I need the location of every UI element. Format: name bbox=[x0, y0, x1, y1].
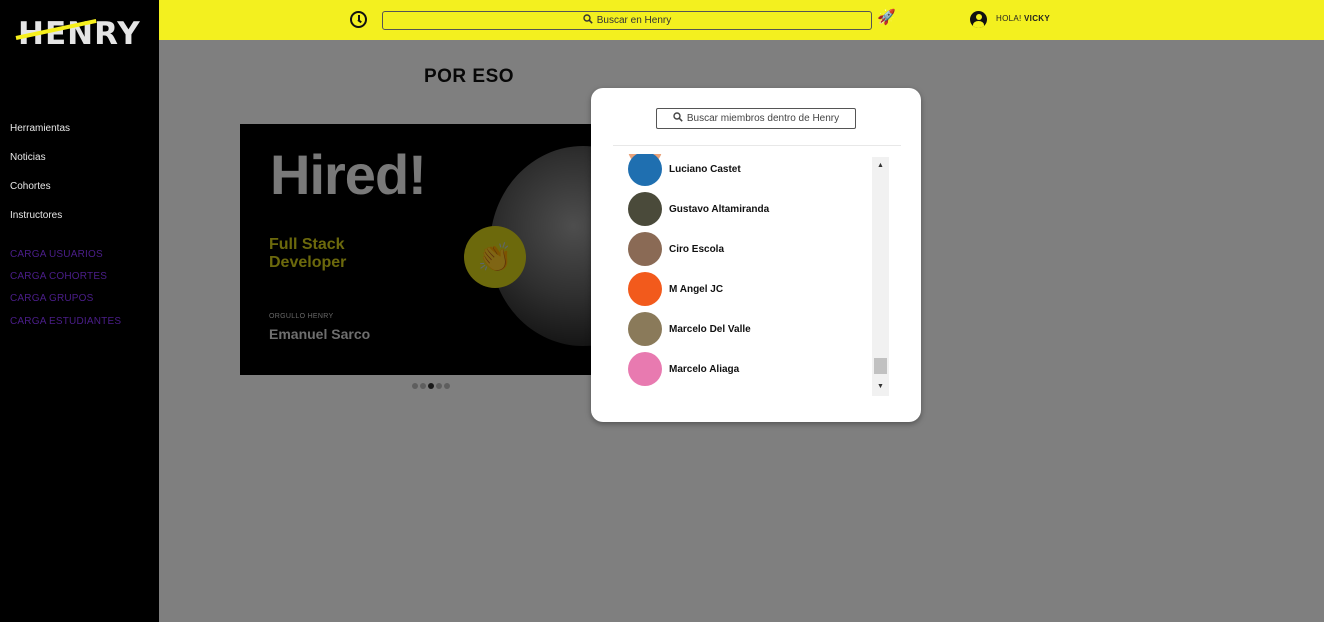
scroll-down-icon[interactable]: ▼ bbox=[872, 382, 889, 392]
top-bar: Buscar en Henry 🚀 HOLA! VICKY bbox=[159, 0, 1324, 40]
member-search-input[interactable]: Buscar miembros dentro de Henry bbox=[656, 108, 856, 129]
member-list[interactable]: Luciano Castet Gustavo Altamiranda Ciro … bbox=[613, 154, 873, 397]
sidebar-item-instructores[interactable]: Instructores bbox=[10, 210, 62, 221]
list-item[interactable]: M Angel JC bbox=[628, 272, 723, 306]
member-name: Luciano Castet bbox=[669, 163, 741, 175]
member-name: Marcelo Aliaga bbox=[669, 363, 740, 375]
sidebar-item-carga-usuarios[interactable]: CARGA USUARIOS bbox=[10, 249, 103, 260]
scroll-up-icon[interactable]: ▲ bbox=[872, 161, 889, 171]
sidebar-item-noticias[interactable]: Noticias bbox=[10, 152, 46, 163]
list-item[interactable]: Marcelo Del Valle bbox=[628, 312, 751, 346]
search-icon bbox=[583, 14, 593, 27]
list-item[interactable]: Gustavo Altamiranda bbox=[628, 192, 769, 226]
user-avatar-icon[interactable] bbox=[970, 11, 987, 28]
avatar bbox=[628, 192, 662, 226]
member-name: M Angel JC bbox=[669, 283, 724, 295]
member-search-placeholder: Buscar miembros dentro de Henry bbox=[686, 113, 840, 124]
sidebar-item-carga-cohortes[interactable]: CARGA COHORTES bbox=[10, 271, 107, 282]
avatar bbox=[628, 154, 662, 186]
henry-logo[interactable]: HENRY bbox=[15, 14, 140, 54]
avatar bbox=[628, 312, 662, 346]
rocket-icon[interactable]: 🚀 bbox=[877, 8, 896, 26]
sidebar-item-cohortes[interactable]: Cohortes bbox=[10, 181, 51, 192]
member-name: Gustavo Altamiranda bbox=[669, 203, 770, 215]
list-item[interactable]: Luciano Castet bbox=[628, 154, 741, 186]
clock-icon[interactable] bbox=[350, 11, 367, 28]
search-icon bbox=[673, 112, 683, 125]
greeting-user-name: VICKY bbox=[1024, 14, 1050, 23]
member-name: Marcelo Del Valle bbox=[669, 323, 751, 335]
greeting-prefix: HOLA! bbox=[996, 14, 1022, 23]
user-greeting[interactable]: HOLA! VICKY bbox=[996, 14, 1050, 23]
avatar bbox=[628, 232, 662, 266]
avatar bbox=[628, 352, 662, 386]
sidebar-item-carga-grupos[interactable]: CARGA GRUPOS bbox=[10, 293, 94, 304]
sidebar-item-herramientas[interactable]: Herramientas bbox=[10, 123, 70, 134]
avatar bbox=[628, 272, 662, 306]
list-item[interactable]: Ciro Escola bbox=[628, 232, 724, 266]
global-search-placeholder: Buscar en Henry bbox=[596, 15, 672, 26]
scrollbar-thumb[interactable] bbox=[874, 358, 887, 374]
sidebar-item-carga-estudiantes[interactable]: CARGA ESTUDIANTES bbox=[10, 316, 121, 327]
list-item[interactable]: Marcelo Aliaga bbox=[628, 352, 739, 386]
sidebar: HENRY Herramientas Noticias Cohortes Ins… bbox=[0, 0, 159, 622]
modal-divider bbox=[613, 145, 901, 146]
member-search-modal: Buscar miembros dentro de Henry Luciano … bbox=[591, 88, 921, 422]
member-name: Ciro Escola bbox=[669, 243, 725, 255]
member-list-scrollbar[interactable]: ▲ ▼ bbox=[872, 157, 889, 396]
global-search-input[interactable]: Buscar en Henry bbox=[382, 11, 872, 30]
